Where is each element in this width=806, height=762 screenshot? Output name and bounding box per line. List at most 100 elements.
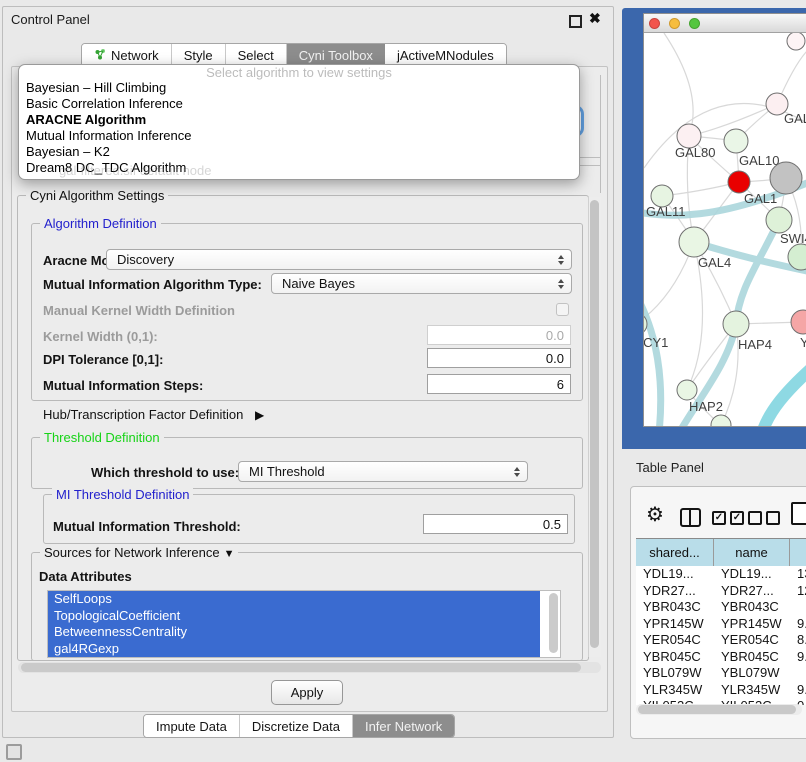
tab-label: Impute Data [156, 719, 227, 734]
table-cell: 9. [790, 616, 806, 633]
kernel-width-field[interactable]: 0.0 [427, 325, 571, 345]
mi-threshold-definition-title: MI Threshold Definition [52, 487, 193, 502]
tab-label: Select [238, 48, 274, 63]
which-threshold-label: Which threshold to use: [91, 465, 239, 480]
table-row[interactable]: YDL19...YDL19...13 [636, 566, 806, 583]
network-node[interactable] [770, 162, 802, 194]
tab-jactivemnodules[interactable]: jActiveMNodules [385, 44, 506, 66]
table-row[interactable]: YPR145WYPR145W9. [636, 616, 806, 633]
tab-label: Discretize Data [252, 719, 340, 734]
mi-threshold-field[interactable]: 0.5 [423, 514, 568, 534]
network-node-y[interactable] [791, 310, 806, 334]
table-horizontal-scrollbar[interactable] [636, 704, 802, 715]
data-attribute-item[interactable]: TopologicalCoefficient [48, 608, 540, 625]
split-columns-icon[interactable] [680, 508, 701, 527]
close-icon[interactable]: ✖ [589, 10, 601, 27]
attributes-scrollbar[interactable] [549, 593, 558, 653]
new-table-icon[interactable] [791, 502, 806, 525]
dpi-tolerance-field[interactable]: 0.0 [427, 348, 571, 368]
network-node-label: GAL11 [646, 204, 686, 219]
table-row[interactable]: YER054CYER054C8. [636, 632, 806, 649]
network-window: GALGAL80GAL10GAL1GAL11SWI4GAL4GCY1HAP4YH… [643, 13, 806, 427]
table-panel-title: Table Panel [636, 460, 704, 475]
popup-prompt: Select algorithm to view settings [19, 65, 579, 80]
settings-horizontal-scrollbar[interactable] [18, 662, 601, 673]
tab-style[interactable]: Style [172, 44, 226, 66]
close-traffic-light-icon[interactable] [649, 18, 660, 29]
network-node-swi4[interactable] [766, 207, 792, 233]
table-cell: YDL19... [714, 566, 790, 583]
tab-infer-network[interactable]: Infer Network [353, 715, 454, 737]
table-cell: YBR043C [636, 599, 714, 616]
network-node-gal4[interactable] [679, 227, 709, 257]
table-row[interactable]: YDR27...YDR27...12 [636, 583, 806, 600]
column-header[interactable]: name [714, 539, 790, 566]
which-threshold-value: MI Threshold [249, 464, 325, 479]
stepper-icon [558, 255, 564, 265]
tab-impute-data[interactable]: Impute Data [144, 715, 240, 737]
aracne-mode-value: Discovery [117, 252, 174, 267]
table-cell: YDL19... [636, 566, 714, 583]
settings-group-title: Cyni Algorithm Settings [26, 188, 168, 203]
data-attribute-item[interactable]: BetweennessCentrality [48, 624, 540, 641]
zoom-traffic-light-icon[interactable] [689, 18, 700, 29]
network-canvas[interactable]: GALGAL80GAL10GAL1GAL11SWI4GAL4GCY1HAP4YH… [644, 33, 806, 426]
data-attribute-item[interactable]: SelfLoops [48, 591, 540, 608]
tab-discretize-data[interactable]: Discretize Data [240, 715, 353, 737]
mi-type-select[interactable]: Naive Bayes [271, 273, 572, 294]
gear-icon[interactable]: ⚙ [646, 502, 664, 527]
float-window-icon[interactable] [569, 15, 582, 28]
column-header[interactable]: A [790, 539, 806, 566]
tab-cyni-toolbox[interactable]: Cyni Toolbox [287, 44, 385, 66]
algorithm-menu-item[interactable]: Mutual Information Inference [19, 128, 579, 144]
which-threshold-select[interactable]: MI Threshold [238, 461, 528, 482]
tab-label: Style [184, 48, 213, 63]
column-header[interactable]: shared... [636, 539, 714, 566]
algorithm-menu-item[interactable]: Bayesian – Hill Climbing [19, 80, 579, 96]
bottom-tab-bar: Impute Data Discretize Data Infer Network [143, 714, 455, 738]
algorithm-menu-item[interactable]: Bayesian – K2 [19, 144, 579, 160]
checked-columns-icon[interactable]: ✓✓ [712, 511, 744, 525]
minimize-traffic-light-icon[interactable] [669, 18, 680, 29]
table-row[interactable]: YBR045CYBR045C9. [636, 649, 806, 666]
tab-label: Network [111, 48, 159, 63]
collapse-down-icon: ▼ [224, 548, 235, 560]
network-node-gal1[interactable] [728, 171, 750, 193]
screen: Control Panel ✖ NetworkStyleSelectCyni T… [0, 0, 806, 762]
table-cell: YBR043C [714, 599, 790, 616]
tab-network[interactable]: Network [82, 44, 172, 66]
network-node[interactable] [787, 33, 805, 50]
hub-definition-expander[interactable]: Hub/Transcription Factor Definition ▶ [43, 407, 264, 422]
table-cell: 13 [790, 566, 806, 583]
unchecked-columns-icon[interactable] [748, 511, 780, 525]
network-node-gal10[interactable] [724, 129, 748, 153]
table-cell: YPR145W [636, 616, 714, 633]
settings-vertical-scrollbar[interactable] [588, 197, 601, 657]
network-node-hap4[interactable] [723, 311, 749, 337]
sources-group-title[interactable]: Sources for Network Inference▼ [40, 545, 238, 560]
network-node[interactable] [711, 415, 731, 426]
threshold-definition-title: Threshold Definition [40, 430, 164, 445]
table-row[interactable]: YBL079WYBL079W [636, 665, 806, 682]
table-row[interactable]: YLR345WYLR345W9. [636, 682, 806, 699]
data-attribute-item[interactable]: gal4RGexp [48, 641, 540, 658]
algorithm-menu-item[interactable]: Basic Correlation Inference [19, 96, 579, 112]
algorithm-menu-item[interactable]: ARACNE Algorithm [19, 112, 579, 128]
network-window-titlebar[interactable] [644, 14, 806, 33]
network-node-label: GAL80 [675, 145, 715, 160]
dpi-tolerance-label: DPI Tolerance [0,1]: [43, 352, 163, 367]
manual-kernel-checkbox[interactable] [556, 303, 569, 316]
tab-select[interactable]: Select [226, 44, 287, 66]
aracne-mode-select[interactable]: Discovery [106, 249, 572, 270]
apply-button[interactable]: Apply [271, 680, 343, 705]
network-node-hap2[interactable] [677, 380, 697, 400]
hub-definition-label: Hub/Transcription Factor Definition [43, 407, 243, 422]
table-row[interactable]: YBR043CYBR043C [636, 599, 806, 616]
mi-steps-field[interactable]: 6 [427, 374, 571, 394]
tab-label: jActiveMNodules [397, 48, 494, 63]
table-cell: YBL079W [714, 665, 790, 682]
network-node-label: GCY1 [644, 335, 668, 350]
table-cell [790, 599, 806, 616]
dock-mini-icon[interactable] [6, 744, 22, 760]
hidden-combo-ghost-text: gal-filtered.sif default node [59, 163, 211, 178]
